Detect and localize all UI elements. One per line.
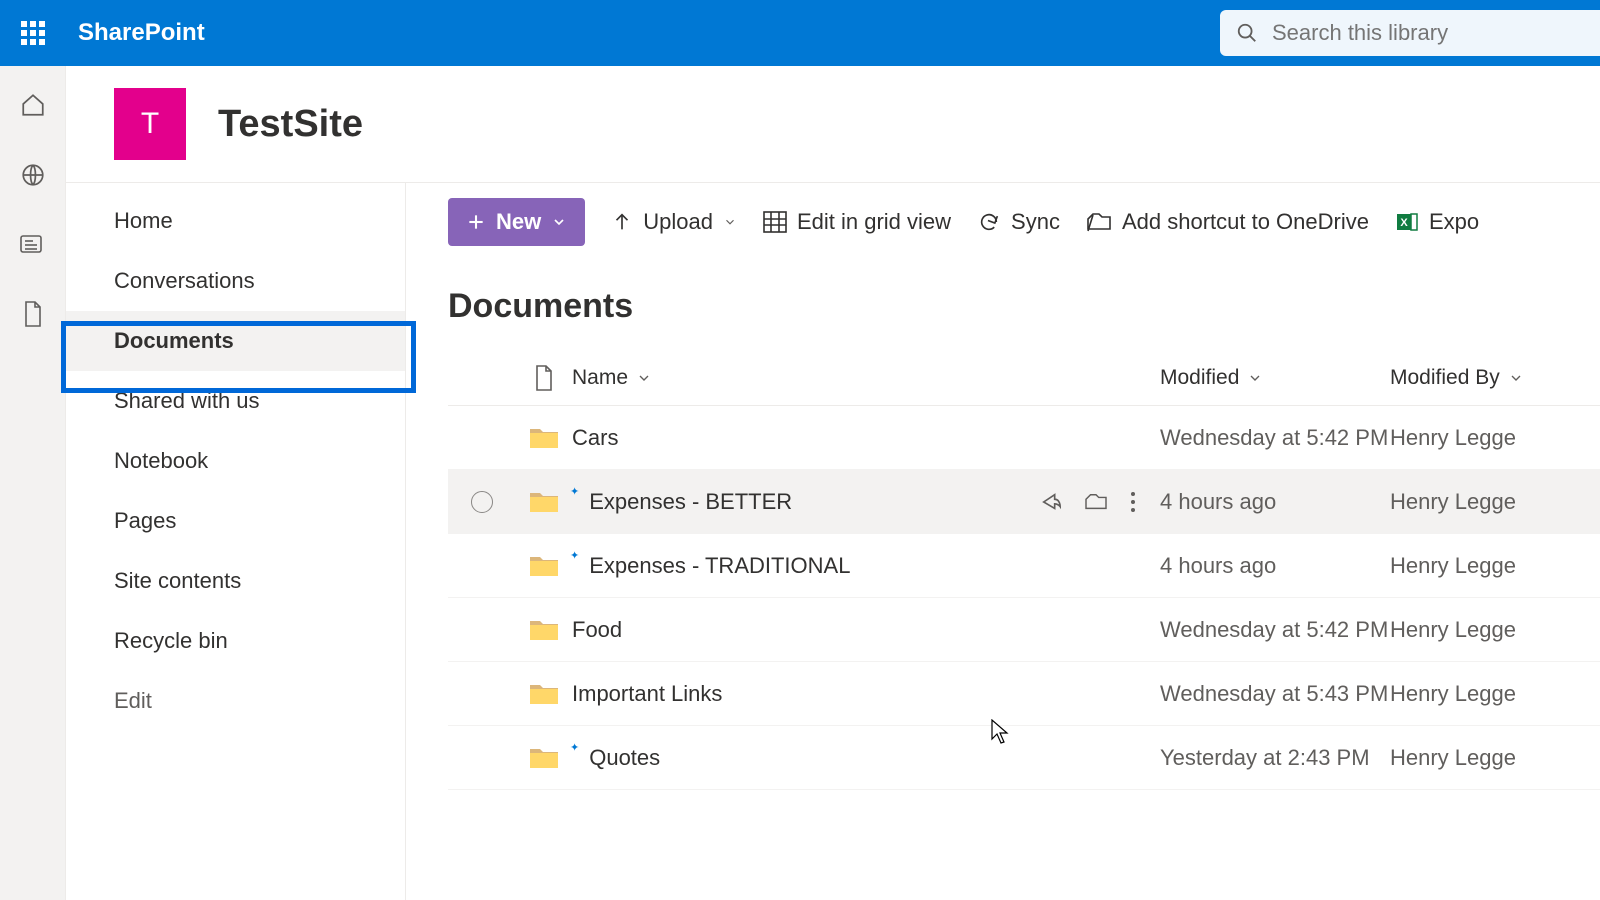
file-icon[interactable] [22, 300, 44, 328]
grid-icon [763, 211, 787, 233]
row-modified-by[interactable]: Henry Legge [1390, 489, 1600, 515]
column-modified[interactable]: Modified [1160, 366, 1390, 390]
site-header: T TestSite [66, 66, 1600, 182]
upload-label: Upload [643, 209, 713, 235]
nav-item-sitecontents[interactable]: Site contents [66, 551, 405, 611]
chevron-down-icon [1508, 370, 1524, 386]
row-modified-by[interactable]: Henry Legge [1390, 681, 1600, 707]
nav-item-recyclebin[interactable]: Recycle bin [66, 611, 405, 671]
site-title[interactable]: TestSite [218, 103, 363, 146]
site-nav: Home Conversations Documents Shared with… [66, 183, 406, 900]
nav-item-notebook[interactable]: Notebook [66, 431, 405, 491]
page-heading: Documents [448, 287, 1600, 326]
row-modified: Yesterday at 2:43 PM [1160, 745, 1390, 771]
export-button[interactable]: X Expo [1395, 209, 1479, 235]
new-button[interactable]: New [448, 198, 585, 246]
row-modified: Wednesday at 5:42 PM [1160, 617, 1390, 643]
chevron-down-icon [723, 215, 737, 229]
table-row[interactable]: Important Links Wednesday at 5:43 PMHenry… [448, 662, 1600, 726]
more-icon[interactable] [1130, 491, 1136, 513]
column-modifiedby-label: Modified By [1390, 366, 1500, 390]
command-bar: New Upload Edit in grid view [448, 183, 1600, 253]
export-label: Expo [1429, 209, 1479, 235]
select-circle[interactable] [471, 491, 493, 513]
row-modified: Wednesday at 5:42 PM [1160, 425, 1390, 451]
row-name[interactable]: Cars [572, 425, 618, 451]
folder-icon [529, 490, 559, 514]
shortcut-icon [1086, 211, 1112, 233]
table-row[interactable]: ✦ Quotes Yesterday at 2:43 PMHenry Legge [448, 726, 1600, 790]
new-indicator-icon: ✦ [570, 549, 579, 562]
row-modified: 4 hours ago [1160, 553, 1390, 579]
shortcut-row-icon[interactable] [1084, 492, 1108, 512]
list-header: Name Modified Modified By [448, 350, 1600, 406]
sync-label: Sync [1011, 209, 1060, 235]
nav-item-pages[interactable]: Pages [66, 491, 405, 551]
news-icon[interactable] [19, 232, 47, 256]
folder-icon [529, 554, 559, 578]
folder-icon [529, 618, 559, 642]
shortcut-label: Add shortcut to OneDrive [1122, 209, 1369, 235]
suite-bar: SharePoint [0, 0, 1600, 66]
globe-icon[interactable] [20, 162, 46, 188]
folder-icon [529, 426, 559, 450]
table-row[interactable]: ✦ Expenses - TRADITIONAL 4 hours agoHenry … [448, 534, 1600, 598]
table-row[interactable]: Food Wednesday at 5:42 PMHenry Legge [448, 598, 1600, 662]
app-launcher-icon[interactable] [0, 0, 66, 66]
site-logo[interactable]: T [114, 88, 186, 160]
row-name[interactable]: Expenses - BETTER [589, 489, 792, 515]
chevron-down-icon [636, 370, 652, 386]
chevron-down-icon [1247, 370, 1263, 386]
folder-icon [529, 746, 559, 770]
new-indicator-icon: ✦ [570, 485, 579, 498]
table-row[interactable]: ✦ Expenses - BETTER 4 hours agoHenry Legge [448, 470, 1600, 534]
nav-item-home[interactable]: Home [66, 191, 405, 251]
search-box[interactable] [1220, 10, 1600, 56]
row-modified: Wednesday at 5:43 PM [1160, 681, 1390, 707]
column-modified-label: Modified [1160, 366, 1239, 390]
sync-button[interactable]: Sync [977, 209, 1060, 235]
column-name-label: Name [572, 366, 628, 390]
file-type-icon[interactable] [534, 365, 554, 391]
column-modifiedby[interactable]: Modified By [1390, 366, 1600, 390]
table-row[interactable]: Cars Wednesday at 5:42 PMHenry Legge [448, 406, 1600, 470]
upload-button[interactable]: Upload [611, 209, 737, 235]
nav-item-conversations[interactable]: Conversations [66, 251, 405, 311]
shortcut-button[interactable]: Add shortcut to OneDrive [1086, 209, 1369, 235]
new-indicator-icon: ✦ [570, 741, 579, 754]
sync-icon [977, 211, 1001, 233]
row-name[interactable]: Food [572, 617, 622, 643]
excel-icon: X [1395, 210, 1419, 234]
row-modified-by[interactable]: Henry Legge [1390, 553, 1600, 579]
column-name[interactable]: Name [572, 366, 1160, 390]
global-nav-rail [0, 66, 66, 900]
plus-icon [466, 212, 486, 232]
nav-item-documents[interactable]: Documents [66, 311, 405, 371]
svg-text:X: X [1400, 217, 1408, 229]
row-modified-by[interactable]: Henry Legge [1390, 745, 1600, 771]
chevron-down-icon [551, 214, 567, 230]
row-name[interactable]: Expenses - TRADITIONAL [589, 553, 850, 579]
nav-edit-link[interactable]: Edit [66, 671, 405, 731]
grid-view-label: Edit in grid view [797, 209, 951, 235]
upload-icon [611, 211, 633, 233]
row-modified: 4 hours ago [1160, 489, 1390, 515]
row-modified-by[interactable]: Henry Legge [1390, 617, 1600, 643]
row-modified-by[interactable]: Henry Legge [1390, 425, 1600, 451]
search-input[interactable] [1272, 20, 1600, 46]
new-button-label: New [496, 209, 541, 235]
library-pane: New Upload Edit in grid view [406, 183, 1600, 900]
row-name[interactable]: Important Links [572, 681, 722, 707]
grid-view-button[interactable]: Edit in grid view [763, 209, 951, 235]
nav-item-shared[interactable]: Shared with us [66, 371, 405, 431]
row-name[interactable]: Quotes [589, 745, 660, 771]
home-icon[interactable] [20, 92, 46, 118]
suite-title[interactable]: SharePoint [66, 19, 205, 47]
share-icon[interactable] [1040, 491, 1062, 513]
folder-icon [529, 682, 559, 706]
search-icon [1236, 22, 1258, 44]
